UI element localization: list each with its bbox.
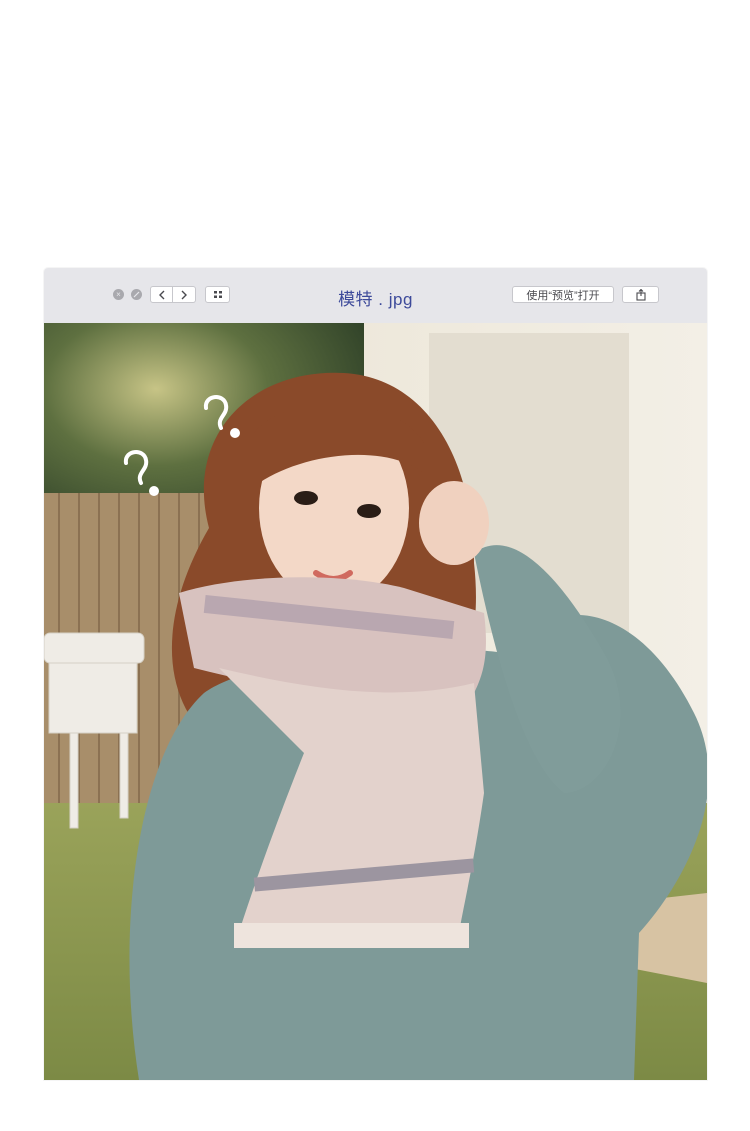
share-button[interactable] bbox=[622, 286, 659, 303]
quicklook-window: × 模特 . jpg 使用“预览”打开 bbox=[44, 268, 707, 1080]
model-photo bbox=[44, 323, 707, 1080]
preview-image bbox=[44, 323, 707, 1080]
open-with-preview-label: 使用“预览”打开 bbox=[526, 289, 600, 302]
share-icon bbox=[635, 288, 646, 301]
window-titlebar: × 模特 . jpg 使用“预览”打开 bbox=[44, 268, 707, 324]
open-with-preview-button[interactable]: 使用“预览”打开 bbox=[512, 286, 614, 303]
